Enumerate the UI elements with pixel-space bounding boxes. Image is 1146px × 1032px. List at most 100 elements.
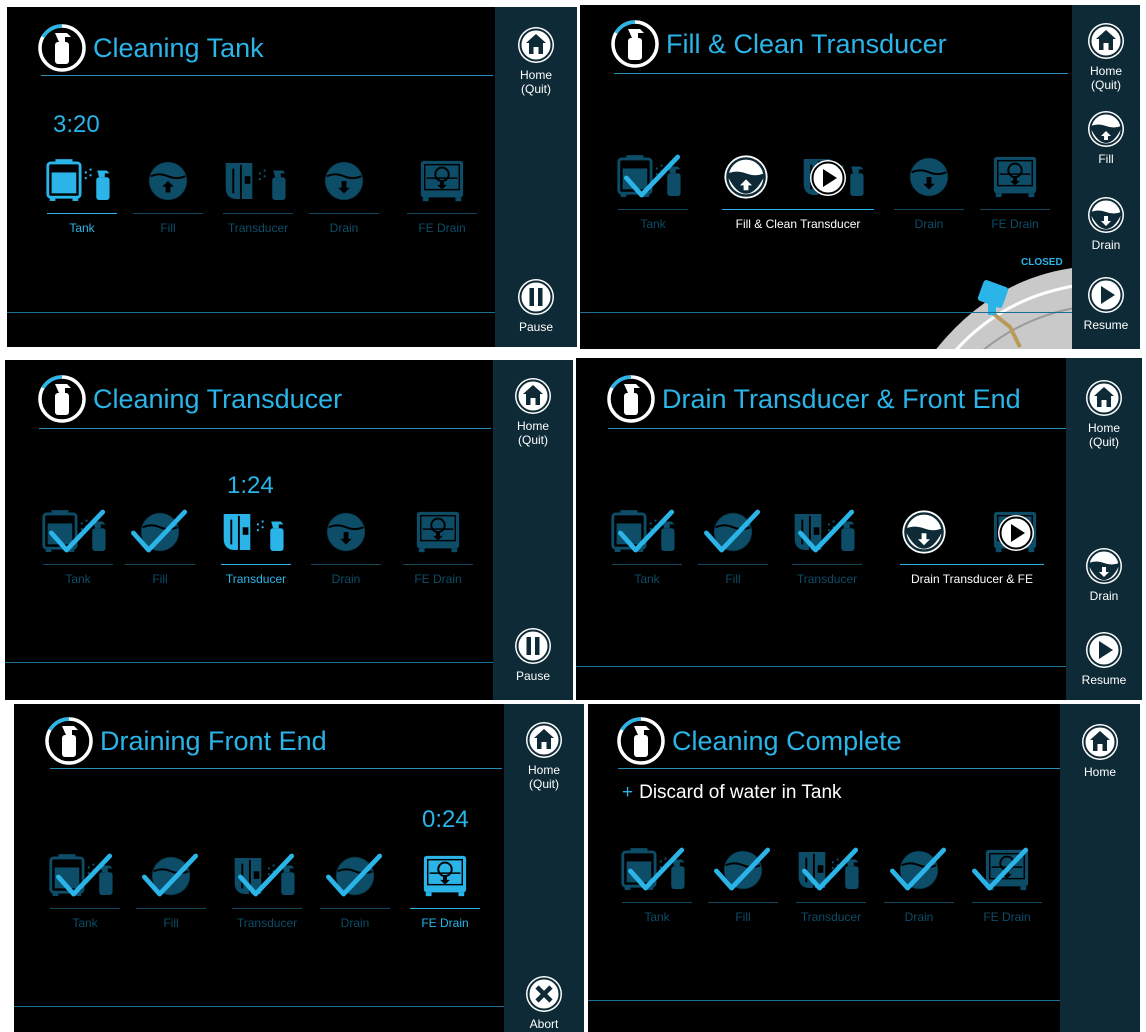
drain-icon [322,508,370,556]
fill-icon [695,508,771,556]
step-label: Fill [160,221,176,235]
home-button[interactable]: Home (Quit) [503,720,584,791]
completion-note: + Discard of water in Tank [622,782,842,804]
step-tank: Tank [42,852,128,930]
step-label: Fill [152,572,168,586]
resume-icon [1084,630,1124,670]
header-rule [618,768,1060,769]
resume-button[interactable]: Resume [1065,275,1140,332]
step-tank: Tank [604,508,690,586]
step-label: Fill [725,572,741,586]
pause-button[interactable]: Pause [492,626,573,683]
spray-bottle-icon [37,23,87,73]
footer-rule [580,312,1072,313]
tank-icon [619,846,695,894]
header-rule [614,73,1068,74]
drain-label: Drain [1091,238,1121,252]
fill-button[interactable]: Fill [1065,109,1140,166]
header-rule [50,768,502,769]
fill-icon [122,508,198,556]
step-label: Drain [904,910,934,924]
resume-label: Resume [1083,318,1129,332]
step-label: Transducer [227,221,289,235]
drain-icon [881,846,957,894]
step-label: Drain [914,217,944,231]
home-label: Home [527,763,560,777]
fe-drain-play-icon[interactable] [986,508,1044,556]
step-label: Drain [329,221,359,235]
pause-label: Pause [515,669,551,683]
step-label: Transducer [236,916,298,930]
resume-button[interactable]: Resume [1063,630,1142,687]
drain-button[interactable]: Drain [1063,546,1142,603]
fill-icon [722,153,770,201]
header-rule [608,428,1066,429]
tank-icon [44,157,120,205]
abort-label: Abort [529,1017,559,1031]
step-label: Transducer [800,910,862,924]
quit-label: (Quit) [1089,435,1119,449]
tank-icon [47,852,123,900]
step-fill: Fill [690,508,776,586]
step-fe-drain: FE Drain [972,153,1058,231]
step-fe-drain: FE Drain [395,508,481,586]
drain-button[interactable]: Drain [1065,195,1140,252]
step-label: Tank [69,221,95,235]
pause-icon [516,277,556,317]
step-timer: 3:20 [53,111,100,138]
step-label: Drain [340,916,370,930]
resume-label: Resume [1081,673,1127,687]
step-label: Drain Transducer & FE [910,572,1034,586]
drain-icon [905,153,953,201]
drain-icon [1084,546,1124,586]
tank-icon [609,508,685,556]
step-fill: Fill [128,852,214,930]
header-rule [39,428,491,429]
home-button[interactable]: Home (Quit) [495,25,577,96]
fill-icon [144,157,192,205]
step-label: Tank [634,572,660,586]
transducer-icon [220,157,296,205]
home-icon [1080,722,1120,762]
transducer-play-icon[interactable] [798,153,874,201]
abort-button[interactable]: Abort [503,974,584,1031]
home-button[interactable]: Home (Quit) [1065,21,1140,92]
pause-button[interactable]: Pause [495,277,577,334]
step-label: Fill [163,916,179,930]
footer-rule [588,1000,1060,1001]
screen-fill-clean-transducer: Fill & Clean Transducer Tank Fill & Clea… [580,5,1140,349]
step-label: Drain [331,572,361,586]
home-label: Home [519,68,552,82]
fill-icon [133,852,209,900]
screen-cleaning-transducer: Cleaning Transducer 1:24 Tank Fill Trans… [5,360,573,700]
step-label: Fill [735,910,751,924]
home-button[interactable]: Home (Quit) [492,376,573,447]
step-label: Tank [640,217,666,231]
drain-icon [1086,195,1126,235]
drain-icon [320,157,368,205]
home-label: Home [1089,64,1122,78]
sidebar: Home (Quit) Abort [504,704,584,1032]
pause-label: Pause [518,320,554,334]
step-tank: Tank [610,153,696,231]
step-label: FE Drain [418,221,466,235]
step-drain: Drain [876,846,962,924]
transducer-icon [218,508,294,556]
home-button[interactable]: Home [1059,722,1140,779]
page-title: Cleaning Complete [672,725,902,756]
fill-label: Fill [1098,152,1114,166]
note-prefix: + [622,782,634,803]
transducer-icon [793,846,869,894]
footer-rule [14,1006,504,1007]
step-transducer: Transducer [213,508,299,586]
header-rule [41,75,493,76]
home-button[interactable]: Home (Quit) [1063,378,1142,449]
step-tank: Tank [39,157,125,235]
page-title: Cleaning Transducer [93,383,343,414]
step-transducer: Transducer [224,852,310,930]
page-title: Draining Front End [100,725,327,756]
step-drain: Drain [301,157,387,235]
home-icon [513,376,553,416]
step-fill: Fill [117,508,203,586]
quit-label: (Quit) [1091,78,1121,92]
